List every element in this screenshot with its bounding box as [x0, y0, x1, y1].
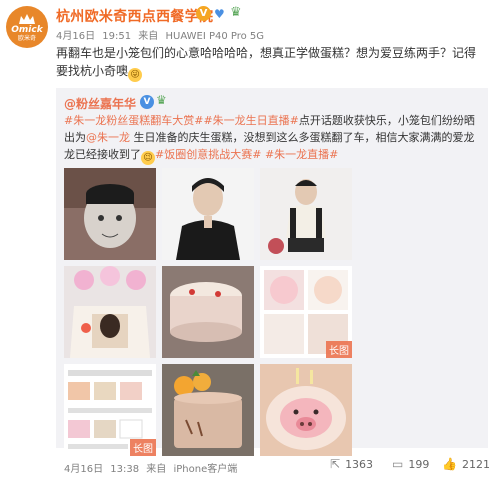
repost-date[interactable]: 4月16日	[64, 464, 103, 475]
repost-meta: 4月16日 13:38 来自 iPhone客户端	[64, 460, 241, 475]
medal-icon: ♛	[156, 93, 167, 107]
author-name[interactable]: 杭州欧米奇西点西餐学院	[56, 6, 213, 26]
like-count: 2121	[461, 457, 490, 471]
long-image-badge: 长图	[326, 341, 352, 358]
verified-badge-icon: V	[140, 95, 154, 109]
repost-box[interactable]: @粉丝嘉年华 V ♛ #朱一龙粉丝蛋糕翻车大赏##朱一龙生日直播#点开话题收获快…	[56, 88, 488, 456]
repost-button[interactable]: ⇱ 1363	[330, 457, 373, 471]
post-text: 再翻车也是小笼包们的心意哈哈哈哈，想真正学做蛋糕？想为爱豆练两手？记得要找杭小奇…	[56, 44, 484, 82]
repost-source-prefix: 来自	[146, 464, 167, 475]
orange-cake-image	[162, 364, 254, 456]
wink-emoji-icon: 😉	[141, 151, 155, 165]
comment-icon: ▭	[392, 457, 404, 471]
avatar-brand-cn: 欧米奇	[17, 34, 36, 42]
repost-text: #朱一龙粉丝蛋糕翻车大赏##朱一龙生日直播#点开话题收获快乐，小笼包们纷纷晒出为…	[64, 112, 482, 165]
crown-logo-icon	[19, 13, 35, 24]
medal-icon: ♛	[230, 5, 242, 20]
image-thumbnail[interactable]	[162, 168, 254, 260]
image-thumbnail[interactable]	[64, 266, 156, 358]
weibo-card: Omick 欧米奇 杭州欧米奇西点西餐学院 V ♥ ♛ 4月16日 19:51 …	[0, 0, 492, 481]
image-thumbnail[interactable]	[260, 364, 352, 456]
image-thumbnail[interactable]	[260, 168, 352, 260]
thumbs-up-icon: 👍	[442, 457, 457, 471]
wink-tongue-emoji-icon: 😜	[128, 68, 143, 82]
portrait-cake-image	[64, 266, 156, 358]
topic-link[interactable]: #饭圈创意挑战大赛#	[155, 148, 261, 161]
mention-link[interactable]: @朱一龙	[86, 131, 130, 144]
seated-portrait-image	[260, 168, 352, 260]
post-meta: 4月16日 19:51 来自 HUAWEI P40 Pro 5G	[56, 27, 268, 42]
image-thumbnail[interactable]	[162, 266, 254, 358]
repost-count: 1363	[345, 457, 374, 471]
post-date[interactable]: 4月16日	[56, 31, 95, 42]
comment-count: 199	[408, 457, 430, 471]
post-source-prefix: 来自	[138, 31, 159, 42]
repost-time[interactable]: 13:38	[110, 464, 139, 475]
image-thumbnail[interactable]	[64, 168, 156, 260]
post-body: 再翻车也是小笼包们的心意哈哈哈哈，想真正学做蛋糕？想为爱豆练两手？记得要找杭小奇…	[56, 46, 477, 78]
image-thumbnail[interactable]: 长图	[64, 364, 156, 456]
image-thumbnail[interactable]	[162, 364, 254, 456]
portrait-photo-image	[162, 168, 254, 260]
image-thumbnail[interactable]: 长图	[260, 266, 352, 358]
long-image-badge: 长图	[130, 439, 156, 456]
repost-source: iPhone客户端	[173, 464, 238, 475]
author-avatar[interactable]: Omick 欧米奇	[6, 6, 48, 48]
sketch-portrait-image	[64, 168, 156, 260]
pig-cake-image	[260, 364, 352, 456]
like-button[interactable]: 👍 2121	[442, 457, 490, 471]
share-icon: ⇱	[330, 457, 341, 471]
post-time[interactable]: 19:51	[102, 31, 131, 42]
verified-badge-icon: V	[196, 6, 211, 21]
post-source: HUAWEI P40 Pro 5G	[165, 31, 265, 42]
topic-link[interactable]: #朱一龙生日直播#	[203, 114, 298, 127]
topic-link[interactable]: #朱一龙粉丝蛋糕翻车大赏#	[64, 114, 203, 127]
topic-link[interactable]: #朱一龙直播#	[265, 148, 338, 161]
cake-photo-image	[162, 266, 254, 358]
avatar-brand-text: Omick	[11, 24, 43, 35]
heart-icon: ♥	[214, 7, 225, 21]
repost-author[interactable]: @粉丝嘉年华	[64, 95, 136, 112]
comment-button[interactable]: ▭ 199	[392, 457, 429, 471]
